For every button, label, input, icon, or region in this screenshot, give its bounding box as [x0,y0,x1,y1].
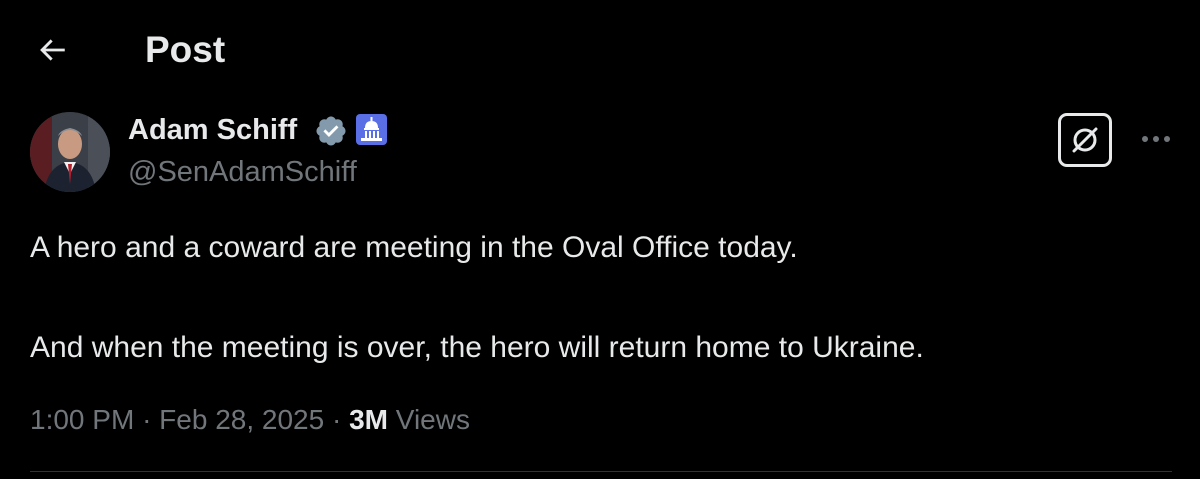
meta-separator: · [142,404,152,435]
grok-button[interactable] [1058,113,1112,167]
views-count: 3M [349,404,388,435]
post-paragraph: And when the meeting is over, the hero w… [30,331,924,364]
capitol-building-icon [356,114,387,145]
arrow-left-icon [40,39,65,61]
page-title: Post [145,29,226,70]
post-date[interactable]: Feb 28, 2025 [159,404,324,435]
grok-icon [1072,127,1098,153]
author-name[interactable]: Adam Schiff [128,112,297,148]
more-horizontal-icon [1142,136,1170,142]
verified-badge-icon [314,114,348,148]
meta-separator: · [331,404,342,435]
post-metadata: 1:00 PM · Feb 28, 2025 · 3M Views [30,402,470,438]
back-button[interactable] [30,28,74,72]
post-text: A hero and a coward are meeting in the O… [30,223,1170,373]
views-label: Views [395,404,470,435]
divider [30,471,1172,472]
avatar[interactable] [30,112,110,192]
more-options-button[interactable] [1138,124,1174,154]
post-paragraph: A hero and a coward are meeting in the O… [30,231,798,264]
author-handle[interactable]: @SenAdamSchiff [128,155,357,189]
post-header: Post [0,0,1200,100]
post-time[interactable]: 1:00 PM [30,404,134,435]
